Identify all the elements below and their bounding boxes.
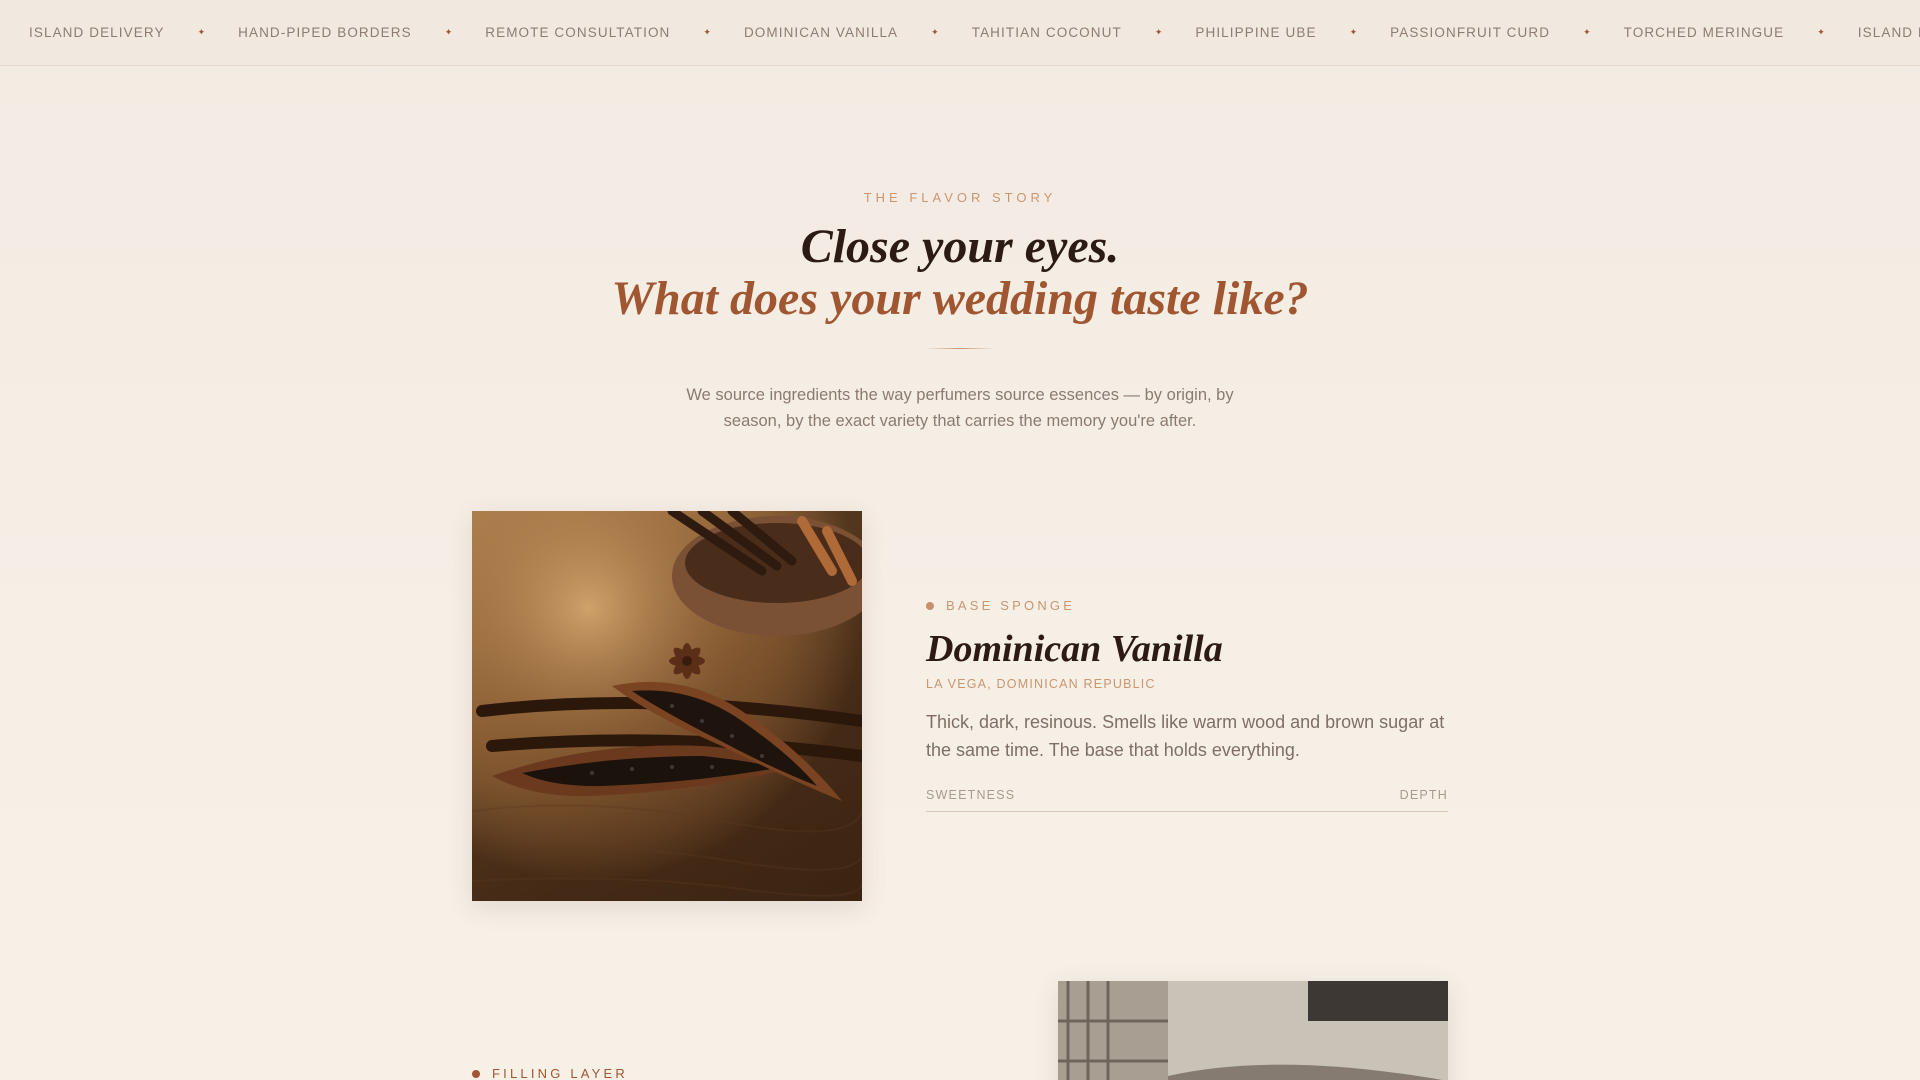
- scale-label-left: SWEETNESS: [926, 788, 1016, 802]
- layer-label: BASE SPONGE: [926, 598, 1448, 613]
- flavor-story-intro: THE FLAVOR STORY Close your eyes. What d…: [0, 190, 1920, 434]
- flavor-origin: LA VEGA, DOMINICAN REPUBLIC: [926, 677, 1156, 691]
- marquee-item: HAND-PIPED BORDERS: [238, 25, 412, 40]
- vanilla-beans-illustration: [472, 511, 862, 901]
- sparkle-icon: ✦: [931, 27, 939, 37]
- filling-layer-illustration: [1058, 981, 1448, 1080]
- marquee-item: REMOTE CONSULTATION: [485, 25, 671, 40]
- marquee-item: PHILIPPINE UBE: [1195, 25, 1317, 40]
- flavor-profile-scale: SWEETNESS DEPTH: [926, 788, 1448, 812]
- flavor-card-filling-layer: FILLING LAYER: [472, 1066, 972, 1080]
- flavor-description: Thick, dark, resinous. Smells like warm …: [926, 712, 1445, 760]
- vanilla-beans-photo: [472, 511, 862, 901]
- marquee-item: DOMINICAN VANILLA: [743, 25, 899, 40]
- layer-label-text: BASE SPONGE: [946, 598, 1076, 613]
- flavor-card-base-sponge: BASE SPONGE Dominican Vanilla LA VEGA, D…: [926, 598, 1448, 812]
- marquee-item: TORCHED MERINGUE: [1623, 25, 1785, 40]
- layer-dot-icon: [926, 601, 934, 610]
- marquee-item: PASSIONFRUIT CURD: [1390, 25, 1551, 40]
- layer-label: FILLING LAYER: [472, 1066, 972, 1080]
- section-eyebrow: THE FLAVOR STORY: [863, 190, 1057, 205]
- layer-dot-icon: [472, 1069, 480, 1078]
- sparkle-icon: ✦: [197, 27, 206, 37]
- scale-label-right: DEPTH: [1399, 788, 1448, 802]
- announcement-marquee: ISLAND DELIVERY ✦ HAND-PIPED BORDERS ✦ R…: [0, 0, 1920, 66]
- sparkle-icon: ✦: [1583, 27, 1591, 37]
- filling-layer-photo: [1058, 981, 1448, 1080]
- sparkle-icon: ✦: [444, 27, 453, 37]
- marquee-item: TAHITIAN COCONUT: [971, 25, 1122, 40]
- layer-label-text: FILLING LAYER: [492, 1066, 629, 1080]
- section-lede: We source ingredients the way perfumers …: [686, 386, 1234, 430]
- sparkle-icon: ✦: [1154, 27, 1163, 37]
- marquee-track: ISLAND DELIVERY ✦ HAND-PIPED BORDERS ✦ R…: [0, 25, 1920, 40]
- sparkle-icon: ✦: [703, 27, 711, 37]
- section-divider: [925, 348, 995, 349]
- headline-secondary: What does your wedding taste like?: [611, 272, 1309, 325]
- flavor-name: Dominican Vanilla: [926, 628, 1223, 670]
- marquee-item: ISLAND DELIVERY: [1857, 25, 1920, 40]
- marquee-item: ISLAND DELIVERY: [29, 25, 165, 40]
- sparkle-icon: ✦: [1817, 27, 1825, 37]
- sparkle-icon: ✦: [1349, 27, 1358, 37]
- headline-primary: Close your eyes.: [800, 220, 1120, 273]
